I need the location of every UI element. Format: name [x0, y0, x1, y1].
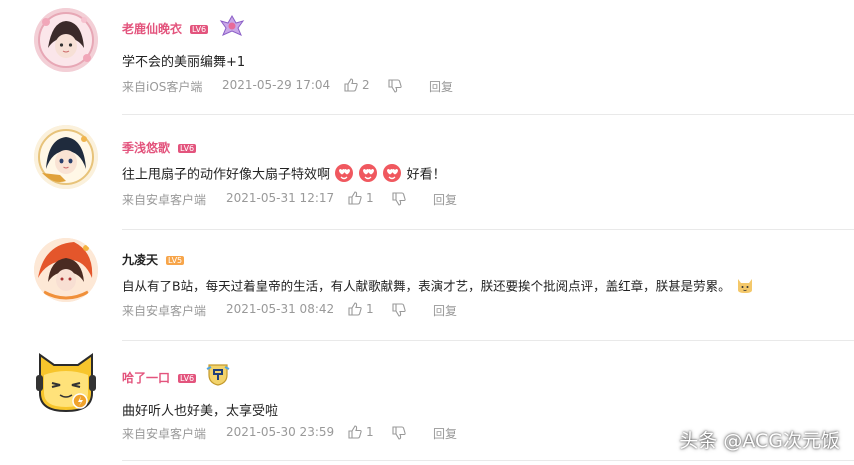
- comment-item: 老鹿仙晚衣 LV6 学不会的美丽编舞+1 来自iOS客户端 2021-05-29…: [0, 0, 854, 115]
- like-count: 2: [362, 78, 370, 92]
- comment-item: 季浅悠歌 LV6 往上甩扇子的动作好像大扇子特效啊 好看！ 来自安卓客户端 20…: [0, 115, 854, 230]
- reply-button[interactable]: 回复: [433, 191, 457, 208]
- comment-text: 往上甩扇子的动作好像大扇子特效啊 好看！: [122, 163, 446, 185]
- source-label: 来自安卓客户端: [122, 193, 207, 207]
- timestamp: 2021-05-30 23:59: [226, 425, 335, 439]
- level-badge: LV6: [178, 144, 197, 153]
- comment-text-content: 自从有了B站，每天过着皇帝的生活，有人献歌献舞，表演才艺，朕还要挨个批阅点评，盖…: [122, 278, 731, 294]
- reply-button[interactable]: 回复: [433, 302, 457, 319]
- comment-meta: 来自安卓客户端 2021-05-31 12:17 1 回复: [122, 191, 522, 207]
- username[interactable]: 哈了一口: [122, 369, 170, 386]
- avatar-image: [34, 125, 98, 189]
- thumb-down-icon[interactable]: [388, 79, 402, 93]
- avatar-image: [34, 238, 98, 302]
- username[interactable]: 老鹿仙晚衣: [122, 20, 182, 37]
- heart-face-emoji: [359, 164, 378, 182]
- like-count: 1: [366, 191, 374, 205]
- like-count: 1: [366, 302, 374, 316]
- source-label: 来自iOS客户端: [122, 80, 203, 94]
- comment-text-content: 曲好听人也好美，太享受啦: [122, 404, 279, 419]
- cat-emoji: [737, 279, 752, 293]
- avatar-image: [34, 8, 98, 72]
- timestamp: 2021-05-31 08:42: [226, 302, 335, 316]
- medal-icon: [205, 361, 231, 391]
- comment-text: 学不会的美丽编舞+1: [122, 51, 245, 70]
- username[interactable]: 九凌天: [122, 251, 158, 268]
- comment-text-suffix: 好看！: [406, 167, 446, 183]
- thumb-up-icon[interactable]: [348, 191, 362, 205]
- reply-button[interactable]: 回复: [429, 78, 453, 95]
- comment-meta: 来自iOS客户端 2021-05-29 17:04 2 回复: [122, 78, 522, 94]
- username[interactable]: 季浅悠歌: [122, 139, 170, 156]
- thumb-up-icon[interactable]: [344, 78, 358, 92]
- comment-meta: 来自安卓客户端 2021-05-30 23:59 1 回复: [122, 425, 522, 441]
- like-count: 1: [366, 425, 374, 439]
- source-label: 来自安卓客户端: [122, 304, 207, 318]
- watermark: 头条 @ACG次元饭: [679, 430, 840, 452]
- fan-medal-icon: [219, 14, 245, 42]
- comment-text-content: 学不会的美丽编舞+1: [122, 55, 246, 70]
- heart-face-emoji: [335, 164, 354, 182]
- level-badge: LV6: [190, 25, 209, 34]
- thumb-down-icon[interactable]: [392, 426, 406, 440]
- comment-text: 自从有了B站，每天过着皇帝的生活，有人献歌献舞，表演才艺，朕还要挨个批阅点评，盖…: [122, 275, 755, 297]
- heart-face-emoji: [383, 164, 402, 182]
- comment-meta: 来自安卓客户端 2021-05-31 08:42 1 回复: [122, 302, 522, 318]
- avatar[interactable]: [34, 238, 98, 302]
- timestamp: 2021-05-31 12:17: [226, 191, 335, 205]
- thumb-up-icon[interactable]: [348, 302, 362, 316]
- divider: [122, 460, 854, 461]
- thumb-up-icon[interactable]: [348, 425, 362, 439]
- thumb-down-icon[interactable]: [392, 303, 406, 317]
- source-label: 来自安卓客户端: [122, 427, 207, 441]
- avatar[interactable]: [34, 8, 98, 72]
- level-badge: LV6: [178, 374, 197, 383]
- reply-button[interactable]: 回复: [433, 425, 457, 442]
- avatar[interactable]: [34, 125, 98, 189]
- avatar-image: [36, 353, 96, 413]
- thumb-down-icon[interactable]: [392, 192, 406, 206]
- level-badge: LV5: [166, 256, 185, 265]
- comment-text-content: 往上甩扇子的动作好像大扇子特效啊: [122, 167, 331, 183]
- timestamp: 2021-05-29 17:04: [222, 78, 331, 92]
- avatar[interactable]: [34, 349, 98, 413]
- comment-text: 曲好听人也好美，太享受啦: [122, 400, 278, 419]
- comment-item: 九凌天 LV5 自从有了B站，每天过着皇帝的生活，有人献歌献舞，表演才艺，朕还要…: [0, 230, 854, 341]
